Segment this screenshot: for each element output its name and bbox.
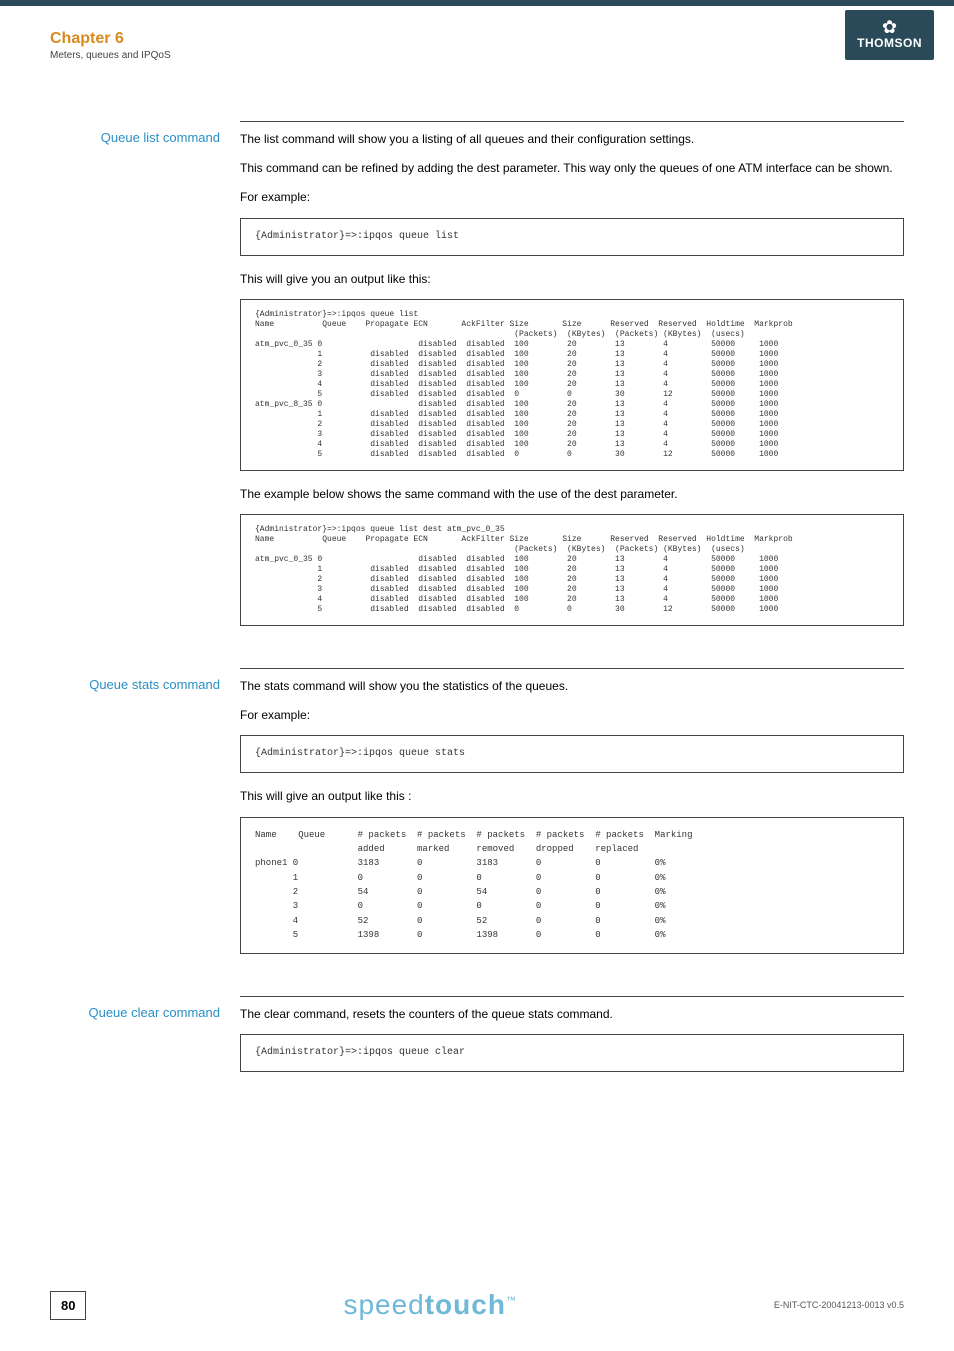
page-number: 80 bbox=[50, 1291, 86, 1320]
chapter-subtitle: Meters, queues and IPQoS bbox=[50, 50, 904, 61]
doc-reference: E-NIT-CTC-20041213-0013 v0.5 bbox=[774, 1300, 904, 1310]
paragraph: The list command will show you a listing… bbox=[240, 130, 904, 149]
brand-bold: touch bbox=[425, 1289, 506, 1320]
code-block: {Administrator}=>:ipqos queue clear bbox=[240, 1034, 904, 1072]
section-queue-stats: Queue stats command The stats command wi… bbox=[240, 668, 904, 968]
paragraph: The clear command, resets the counters o… bbox=[240, 1005, 904, 1024]
paragraph: This will give you an output like this: bbox=[240, 270, 904, 289]
page: ✿ THOMSON Chapter 6 Meters, queues and I… bbox=[0, 0, 954, 1351]
section-body: The list command will show you a listing… bbox=[240, 130, 904, 640]
paragraph: This will give an output like this : bbox=[240, 787, 904, 806]
section-body: The stats command will show you the stat… bbox=[240, 677, 904, 968]
top-bar bbox=[0, 0, 954, 6]
footer-brand: speedtouch™ bbox=[343, 1289, 517, 1321]
page-header: Chapter 6 Meters, queues and IPQoS bbox=[50, 30, 904, 61]
code-output: {Administrator}=>:ipqos queue list Name … bbox=[240, 299, 904, 471]
section-label: Queue list command bbox=[50, 130, 230, 145]
paragraph: This command can be refined by adding th… bbox=[240, 159, 904, 178]
paragraph: For example: bbox=[240, 188, 904, 207]
section-body: The clear command, resets the counters o… bbox=[240, 1005, 904, 1086]
section-queue-list: Queue list command The list command will… bbox=[240, 121, 904, 640]
brand-thin: speed bbox=[343, 1289, 424, 1320]
code-block: {Administrator}=>:ipqos queue list bbox=[240, 218, 904, 256]
code-block: {Administrator}=>:ipqos queue stats bbox=[240, 735, 904, 773]
paragraph: The stats command will show you the stat… bbox=[240, 677, 904, 696]
paragraph: For example: bbox=[240, 706, 904, 725]
code-output: Name Queue # packets # packets # packets… bbox=[240, 817, 904, 954]
brand-logo: ✿ THOMSON bbox=[845, 10, 934, 60]
page-footer: 80 speedtouch™ E-NIT-CTC-20041213-0013 v… bbox=[50, 1289, 904, 1321]
brand-name: THOMSON bbox=[857, 36, 922, 50]
brand-symbol-icon: ✿ bbox=[857, 18, 922, 36]
section-queue-clear: Queue clear command The clear command, r… bbox=[240, 996, 904, 1086]
trademark-icon: ™ bbox=[506, 1296, 517, 1307]
code-output: {Administrator}=>:ipqos queue list dest … bbox=[240, 514, 904, 626]
section-label: Queue stats command bbox=[50, 677, 230, 692]
paragraph: The example below shows the same command… bbox=[240, 485, 904, 504]
chapter-title: Chapter 6 bbox=[50, 30, 904, 48]
section-label: Queue clear command bbox=[50, 1005, 230, 1020]
